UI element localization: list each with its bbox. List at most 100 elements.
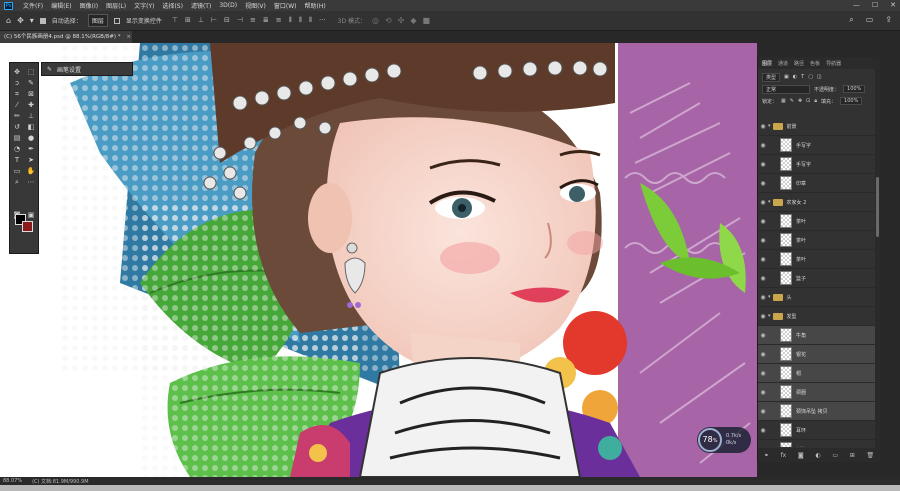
visibility-eye-icon[interactable]: ◉ bbox=[758, 142, 768, 149]
visibility-eye-icon[interactable]: ◉ bbox=[758, 123, 768, 130]
expand-caret-icon[interactable]: ▾ bbox=[768, 199, 771, 205]
align-center-icon[interactable]: ⊟ bbox=[224, 16, 230, 25]
blend-mode-dropdown[interactable]: 正常 bbox=[762, 84, 810, 94]
search-icon[interactable]: ⌕ bbox=[849, 15, 853, 25]
blur-tool-icon[interactable]: ● bbox=[28, 133, 34, 144]
visibility-eye-icon[interactable]: ◉ bbox=[758, 294, 768, 301]
shape-tool-icon[interactable]: ▭ bbox=[14, 166, 21, 177]
eyedropper-tool-icon[interactable]: ⁄ bbox=[16, 100, 17, 111]
layer-row[interactable]: ◉ 茶叶 bbox=[758, 212, 880, 231]
align-top-icon[interactable]: ⊤ bbox=[172, 16, 178, 25]
expand-caret-icon[interactable]: ▾ bbox=[768, 313, 771, 319]
distribute-bottom-icon[interactable]: ≡ bbox=[276, 16, 282, 25]
distribute-top-icon[interactable]: ≡ bbox=[250, 16, 256, 25]
layer-row[interactable]: ◉ 颈饰吊坠 拷贝 bbox=[758, 402, 880, 421]
minimize-icon[interactable]: — bbox=[853, 0, 860, 11]
filter-shape-icon[interactable]: ▢ bbox=[808, 74, 813, 80]
menu-edit[interactable]: 编辑(E) bbox=[47, 1, 75, 10]
pen-tool-icon[interactable]: ✒ bbox=[28, 144, 34, 155]
color-swatches[interactable] bbox=[13, 212, 35, 234]
kind-filter-dropdown[interactable]: 类型 bbox=[762, 72, 781, 82]
layer-row[interactable]: ◉ 颈圈 bbox=[758, 383, 880, 402]
visibility-eye-icon[interactable]: ◉ bbox=[758, 237, 768, 244]
lock-paint-icon[interactable]: ✎ bbox=[790, 98, 794, 104]
distribute-middle-icon[interactable]: ≣ bbox=[263, 16, 269, 25]
document-tab[interactable]: (C) 56个民族画册4.psd @ 88.1%(RGB/8#) * × bbox=[0, 31, 132, 43]
close-tab-icon[interactable]: × bbox=[126, 34, 131, 40]
more-options-icon[interactable]: ··· bbox=[319, 16, 326, 25]
filter-adjust-icon[interactable]: ◐ bbox=[793, 74, 797, 80]
3d-camera-icon[interactable]: ■ bbox=[423, 16, 431, 25]
layer-row[interactable]: ◉ 茶叶 bbox=[758, 231, 880, 250]
visibility-eye-icon[interactable]: ◉ bbox=[758, 370, 768, 377]
brush-tool-icon[interactable]: ✏ bbox=[14, 111, 20, 122]
history-brush-tool-icon[interactable]: ↺ bbox=[14, 122, 20, 133]
3d-slide-icon[interactable]: ◆ bbox=[410, 16, 416, 25]
menu-select[interactable]: 选择(S) bbox=[158, 1, 187, 10]
eraser-tool-icon[interactable]: ◧ bbox=[28, 122, 35, 133]
tab-swatches[interactable]: 色板 bbox=[810, 60, 820, 67]
menu-window[interactable]: 窗口(W) bbox=[270, 1, 301, 10]
align-left-icon[interactable]: ⊢ bbox=[211, 16, 217, 25]
layer-row[interactable]: ◉ 篮子 bbox=[758, 269, 880, 288]
filter-type-icon[interactable]: T bbox=[801, 74, 804, 80]
align-middle-icon[interactable]: ⊞ bbox=[185, 16, 191, 25]
background-color-swatch[interactable] bbox=[22, 221, 33, 232]
fill-input[interactable]: 100% bbox=[840, 97, 863, 105]
layers-scrollbar[interactable] bbox=[875, 57, 880, 462]
auto-select-dropdown[interactable]: 图层 bbox=[87, 14, 108, 27]
path-select-tool-icon[interactable]: ➤ bbox=[28, 155, 34, 166]
home-icon[interactable]: ⌂ bbox=[6, 16, 11, 25]
crop-tool-icon[interactable]: ⌗ bbox=[15, 89, 19, 100]
marquee-tool-icon[interactable]: ⬚ bbox=[28, 67, 35, 78]
lock-artboard-icon[interactable]: ⊡ bbox=[806, 98, 810, 104]
layer-row[interactable]: ◉ ▾ 农家女 2 bbox=[758, 193, 880, 212]
layer-row[interactable]: ◉ 银花 bbox=[758, 345, 880, 364]
lock-pixels-icon[interactable]: ▦ bbox=[781, 98, 786, 104]
document-canvas[interactable] bbox=[0, 43, 757, 477]
speed-widget[interactable]: 78% 0.7k/s 0k/s bbox=[697, 427, 751, 453]
scroll-thumb[interactable] bbox=[876, 177, 879, 237]
visibility-eye-icon[interactable]: ◉ bbox=[758, 180, 768, 187]
gradient-tool-icon[interactable]: ▤ bbox=[14, 133, 21, 144]
visibility-eye-icon[interactable]: ◉ bbox=[758, 446, 768, 448]
auto-select-checkbox[interactable] bbox=[39, 17, 46, 24]
lock-position-icon[interactable]: ✥ bbox=[798, 98, 802, 104]
brush-settings-panel[interactable]: ✎ 画笔设置 bbox=[41, 62, 133, 76]
visibility-eye-icon[interactable]: ◉ bbox=[758, 218, 768, 225]
visibility-eye-icon[interactable]: ◉ bbox=[758, 332, 768, 339]
expand-caret-icon[interactable]: ▾ bbox=[768, 294, 771, 300]
new-layer-icon[interactable]: ⊞ bbox=[850, 452, 855, 459]
tab-paths[interactable]: 路径 bbox=[794, 60, 804, 67]
visibility-eye-icon[interactable]: ◉ bbox=[758, 161, 768, 168]
layer-row[interactable]: ◉ 手写字 bbox=[758, 136, 880, 155]
visibility-eye-icon[interactable]: ◉ bbox=[758, 313, 768, 320]
zoom-level[interactable]: 88.07% bbox=[3, 478, 22, 484]
more-tools-icon[interactable]: ⋯ bbox=[28, 177, 35, 188]
menu-image[interactable]: 图像(I) bbox=[76, 1, 102, 10]
link-layers-icon[interactable]: ⚭ bbox=[764, 452, 769, 459]
tab-navigator[interactable]: 导航器 bbox=[826, 60, 841, 67]
distribute-right-icon[interactable]: ⦀ bbox=[309, 16, 312, 25]
frame-tool-icon[interactable]: ⊠ bbox=[28, 89, 34, 100]
tab-layers[interactable]: 图层 bbox=[762, 60, 772, 67]
layer-row[interactable]: ◉ 帽 bbox=[758, 364, 880, 383]
menu-layer[interactable]: 图层(L) bbox=[102, 1, 130, 10]
close-icon[interactable]: ✕ bbox=[890, 0, 896, 11]
expand-caret-icon[interactable]: ▾ bbox=[768, 123, 771, 129]
distribute-left-icon[interactable]: ⦀ bbox=[289, 16, 292, 25]
move-tool-icon[interactable]: ✥ bbox=[14, 67, 20, 78]
dodge-tool-icon[interactable]: ◔ bbox=[14, 144, 20, 155]
layer-row[interactable]: ◉ ▾ 前景 bbox=[758, 117, 880, 136]
menu-view[interactable]: 视图(V) bbox=[241, 1, 270, 10]
align-bottom-icon[interactable]: ⊥ bbox=[198, 16, 204, 25]
workspace-icon[interactable]: ▭ bbox=[866, 15, 874, 25]
layer-row[interactable]: ◉ 茶叶 bbox=[758, 250, 880, 269]
adjustment-layer-icon[interactable]: ◐ bbox=[815, 452, 820, 459]
new-group-icon[interactable]: ▭ bbox=[832, 452, 838, 459]
quick-select-tool-icon[interactable]: ✎ bbox=[28, 78, 34, 89]
healing-brush-tool-icon[interactable]: ✚ bbox=[28, 100, 34, 111]
3d-roll-icon[interactable]: ⟲ bbox=[385, 16, 392, 25]
visibility-eye-icon[interactable]: ◉ bbox=[758, 275, 768, 282]
filter-smart-icon[interactable]: ◫ bbox=[817, 74, 822, 80]
